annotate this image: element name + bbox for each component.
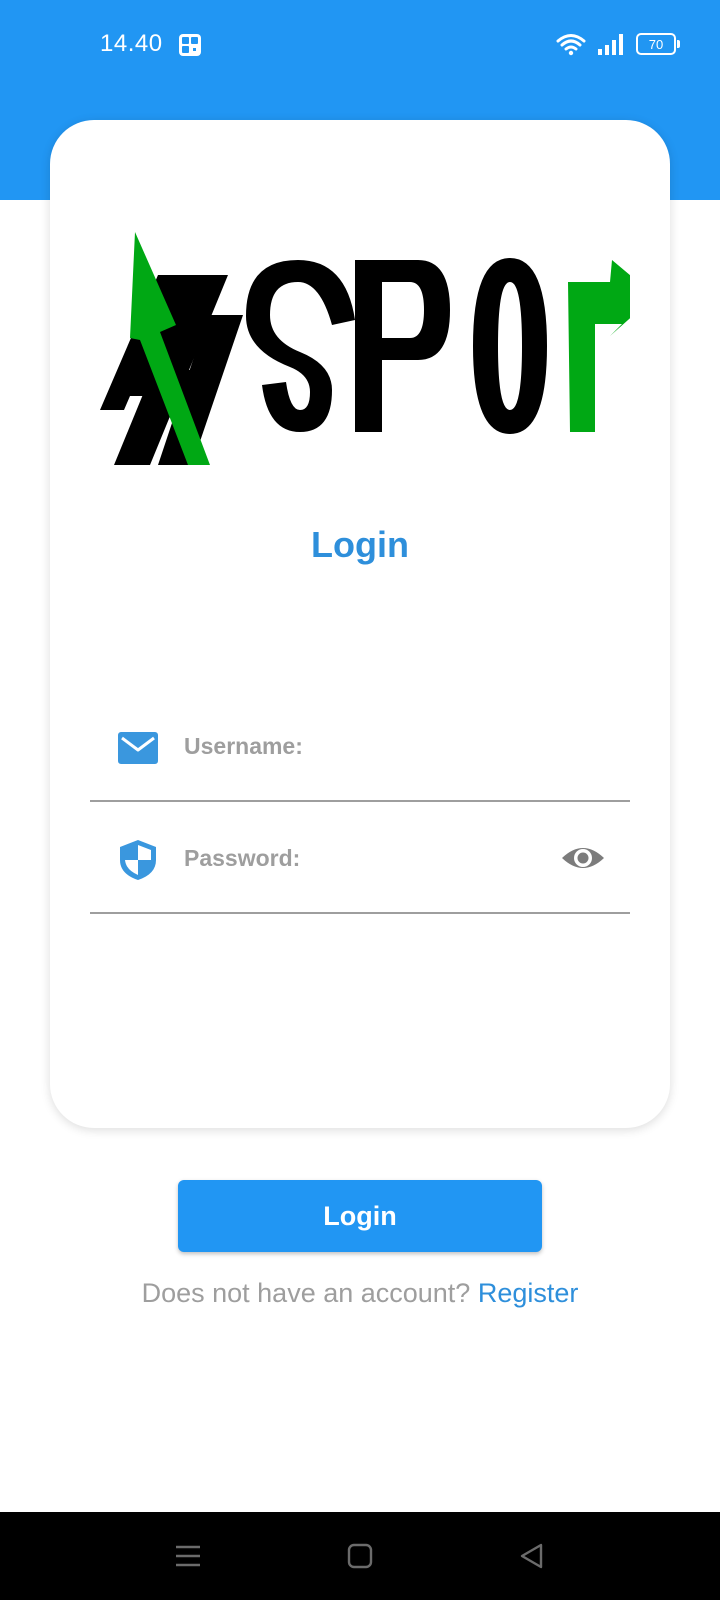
status-right-group: 70 xyxy=(556,32,680,56)
wifi-icon xyxy=(556,34,586,56)
status-time: 14.40 xyxy=(100,30,163,57)
username-input[interactable] xyxy=(184,726,524,766)
mail-icon xyxy=(118,732,158,764)
username-field xyxy=(90,688,630,802)
shield-icon xyxy=(120,840,156,880)
password-field xyxy=(90,800,630,914)
menu-icon[interactable] xyxy=(172,1540,204,1572)
register-line: Does not have an account? Register xyxy=(0,1278,720,1309)
password-input[interactable] xyxy=(184,838,524,878)
dx-spot-logo xyxy=(100,232,630,465)
register-link[interactable]: Register xyxy=(478,1278,579,1308)
home-icon[interactable] xyxy=(344,1540,376,1572)
login-screen: 14.40 70 Login Username: Login Does not … xyxy=(0,0,720,1600)
app-notification-icon xyxy=(179,34,201,56)
eye-icon[interactable] xyxy=(560,838,606,878)
battery-level: 70 xyxy=(648,36,664,52)
battery-icon: 70 xyxy=(636,33,680,55)
login-card: Login xyxy=(50,120,670,1128)
navigation-bar xyxy=(0,1512,720,1600)
signal-icon xyxy=(598,34,623,55)
status-bar: 14.40 70 xyxy=(0,0,720,90)
register-prompt: Does not have an account? xyxy=(141,1278,471,1308)
back-icon[interactable] xyxy=(516,1540,548,1572)
login-button[interactable]: Login xyxy=(178,1180,542,1252)
login-title: Login xyxy=(311,524,409,565)
